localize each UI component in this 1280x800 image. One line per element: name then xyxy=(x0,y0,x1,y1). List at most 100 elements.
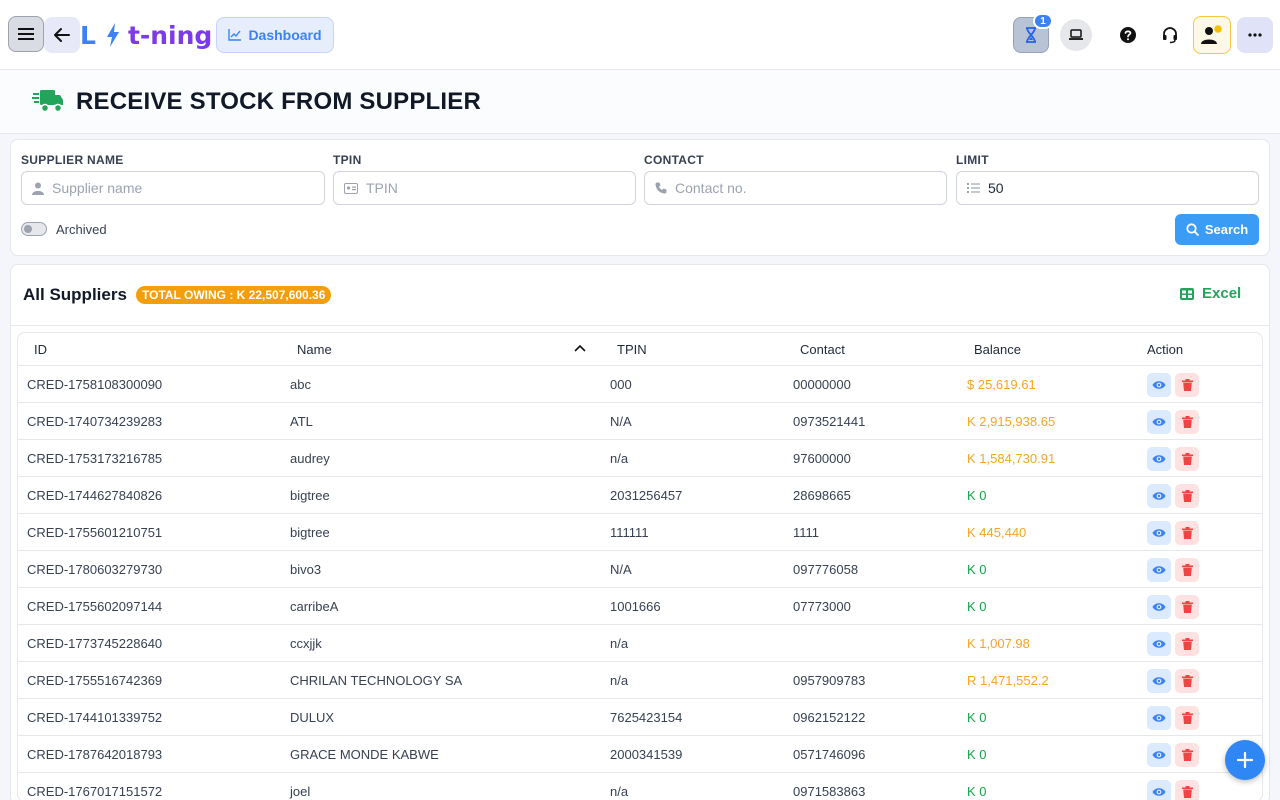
cell-id: CRED-1755602097144 xyxy=(27,599,163,614)
cell-balance: $ 25,619.61 xyxy=(967,377,1036,392)
view-button[interactable] xyxy=(1147,669,1171,693)
cell-tpin: 000 xyxy=(610,377,632,392)
cell-name: abc xyxy=(290,377,311,392)
archived-toggle[interactable] xyxy=(21,222,47,236)
menu-button[interactable] xyxy=(8,16,44,52)
table-row[interactable]: CRED-1780603279730 bivo3 N/A 097776058 K 0 xyxy=(18,551,1262,588)
trash-icon xyxy=(1181,786,1193,798)
table-row[interactable]: CRED-1744627840826 bigtree 2031256457 28698… xyxy=(18,477,1262,514)
column-header-balance[interactable]: Balance xyxy=(974,342,1021,357)
view-button[interactable] xyxy=(1147,706,1171,730)
view-button[interactable] xyxy=(1147,410,1171,434)
suppliers-table: ID Name TPIN Contact Balance Action CRED… xyxy=(17,332,1263,800)
contact-label: CONTACT xyxy=(644,153,704,167)
delete-button[interactable] xyxy=(1175,373,1199,397)
trash-icon xyxy=(1181,416,1193,428)
sort-ascending-icon[interactable] xyxy=(574,342,586,354)
cell-name: ATL xyxy=(290,414,313,429)
cell-tpin: n/a xyxy=(610,451,629,466)
table-header-row: ID Name TPIN Contact Balance Action xyxy=(18,333,1262,366)
eye-icon xyxy=(1152,603,1166,611)
more-options-button[interactable] xyxy=(1237,17,1273,53)
view-button[interactable] xyxy=(1147,780,1171,800)
user-status-icon xyxy=(1201,24,1224,44)
excel-export-button[interactable]: Excel xyxy=(1180,285,1241,302)
search-icon xyxy=(1186,223,1199,236)
view-button[interactable] xyxy=(1147,521,1171,545)
cell-name: DULUX xyxy=(290,710,335,725)
supplier-name-field[interactable] xyxy=(21,171,325,205)
table-row[interactable]: CRED-1753173216785 audrey n/a 97600000 K 1,5… xyxy=(18,440,1262,477)
view-button[interactable] xyxy=(1147,484,1171,508)
view-button[interactable] xyxy=(1147,632,1171,656)
tpin-input[interactable] xyxy=(366,180,614,196)
table-row[interactable]: CRED-1767017151572 joel n/a 0971583863 K 0 xyxy=(18,773,1262,800)
contact-input[interactable] xyxy=(675,180,923,196)
headset-icon xyxy=(1163,27,1177,44)
back-button[interactable] xyxy=(44,17,80,53)
delete-button[interactable] xyxy=(1175,780,1199,800)
search-button[interactable]: Search xyxy=(1175,214,1259,245)
trash-icon xyxy=(1181,749,1193,761)
table-row[interactable]: CRED-1744101339752 DULUX 7625423154 0962152… xyxy=(18,699,1262,736)
add-supplier-button[interactable] xyxy=(1225,740,1265,780)
delete-button[interactable] xyxy=(1175,410,1199,434)
table-row[interactable]: CRED-1755516742369 CHRILAN TECHNOLOGY SA n… xyxy=(18,662,1262,699)
user-profile-button[interactable] xyxy=(1193,16,1231,54)
column-header-name[interactable]: Name xyxy=(297,342,332,357)
delete-button[interactable] xyxy=(1175,743,1199,767)
eye-icon xyxy=(1152,714,1166,722)
view-button[interactable] xyxy=(1147,595,1171,619)
view-button[interactable] xyxy=(1147,447,1171,471)
hamburger-icon xyxy=(18,28,34,40)
delete-button[interactable] xyxy=(1175,558,1199,582)
question-circle-icon xyxy=(1120,27,1136,43)
delete-button[interactable] xyxy=(1175,595,1199,619)
view-button[interactable] xyxy=(1147,558,1171,582)
delete-button[interactable] xyxy=(1175,632,1199,656)
delete-button[interactable] xyxy=(1175,447,1199,471)
cell-tpin: N/A xyxy=(610,414,632,429)
eye-icon xyxy=(1152,418,1166,426)
view-button[interactable] xyxy=(1147,373,1171,397)
list-ordered-icon xyxy=(967,183,980,193)
table-row[interactable]: CRED-1755601210751 bigtree 111111 1111 K 445… xyxy=(18,514,1262,551)
cell-balance: K 0 xyxy=(967,562,987,577)
cell-contact: 00000000 xyxy=(793,377,851,392)
cell-balance: K 445,440 xyxy=(967,525,1027,540)
support-button[interactable] xyxy=(1154,19,1186,51)
column-header-id[interactable]: ID xyxy=(34,342,47,357)
app-logo[interactable]: L t-ning xyxy=(80,18,212,52)
cell-id: CRED-1744627840826 xyxy=(27,488,163,503)
table-row[interactable]: CRED-1787642018793 GRACE MONDE KABWE 20003… xyxy=(18,736,1262,773)
cell-name: audrey xyxy=(290,451,330,466)
dashboard-button[interactable]: Dashboard xyxy=(216,17,334,53)
table-row[interactable]: CRED-1758108300090 abc 000 00000000 $ 25,619… xyxy=(18,366,1262,403)
contact-field[interactable] xyxy=(644,171,947,205)
cell-balance: K 2,915,938.65 xyxy=(967,414,1056,429)
cell-balance: K 0 xyxy=(967,747,987,762)
table-row[interactable]: CRED-1740734239283 ATL N/A 0973521441 K 2,91… xyxy=(18,403,1262,440)
delete-button[interactable] xyxy=(1175,706,1199,730)
supplier-name-input[interactable] xyxy=(52,180,301,196)
delete-button[interactable] xyxy=(1175,669,1199,693)
tpin-field[interactable] xyxy=(333,171,636,205)
eye-icon xyxy=(1152,455,1166,463)
cell-balance: K 1,584,730.91 xyxy=(967,451,1056,466)
eye-icon xyxy=(1152,566,1166,574)
limit-input[interactable] xyxy=(988,180,1236,196)
cell-tpin: n/a xyxy=(610,784,629,799)
delete-button[interactable] xyxy=(1175,521,1199,545)
table-row[interactable]: CRED-1755602097144 carribeA 1001666 0777300… xyxy=(18,588,1262,625)
pos-mode-button[interactable] xyxy=(1060,19,1092,51)
limit-field[interactable] xyxy=(956,171,1259,205)
delete-button[interactable] xyxy=(1175,484,1199,508)
cell-name: carribeA xyxy=(290,599,339,614)
column-header-tpin[interactable]: TPIN xyxy=(617,342,647,357)
help-button[interactable] xyxy=(1112,19,1144,51)
table-row[interactable]: CRED-1773745228640 ccxjjk n/a K 1,007.98 xyxy=(18,625,1262,662)
view-button[interactable] xyxy=(1147,743,1171,767)
column-header-contact[interactable]: Contact xyxy=(800,342,845,357)
cell-balance: R 1,471,552.2 xyxy=(967,673,1049,688)
cell-name: ccxjjk xyxy=(290,636,322,651)
